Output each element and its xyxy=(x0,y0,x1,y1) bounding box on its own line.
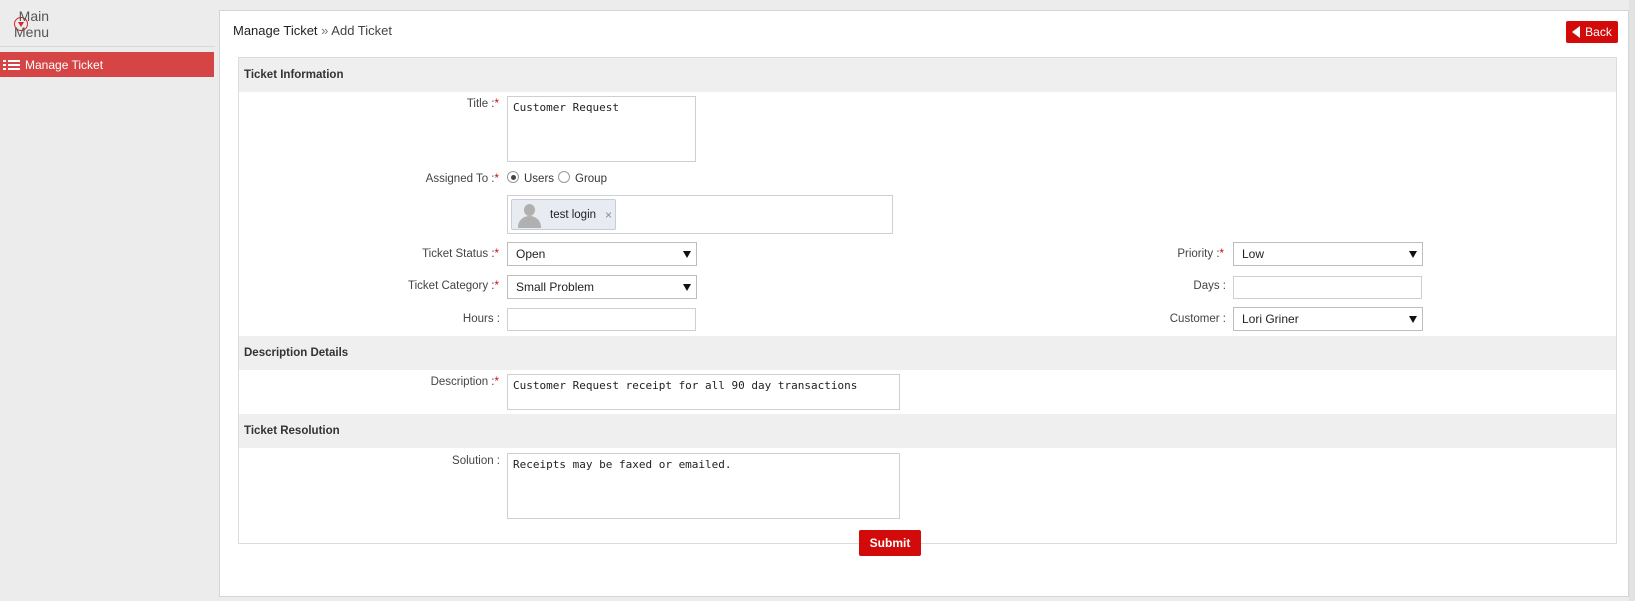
main-menu-toggle[interactable]: Main Menu xyxy=(14,8,49,40)
assigned-users-radio[interactable] xyxy=(507,171,519,183)
ticket-status-select[interactable]: Open xyxy=(507,242,697,266)
customer-select[interactable]: Lori Griner xyxy=(1233,307,1423,331)
back-button-label: Back xyxy=(1585,25,1612,39)
dropdown-arrow-icon xyxy=(683,251,691,258)
required-marker: * xyxy=(494,248,499,260)
solution-field[interactable]: Receipts may be faxed or emailed. xyxy=(507,453,900,519)
section-ticket-resolution: Ticket Resolution xyxy=(239,414,1616,448)
section-ticket-information: Ticket Information xyxy=(239,58,1616,92)
assigned-users-label: Users xyxy=(524,173,555,185)
ticket-category-label: Ticket Category :* xyxy=(389,280,499,292)
assigned-to-label-text: Assigned To : xyxy=(425,173,495,185)
hours-input[interactable] xyxy=(507,308,696,331)
breadcrumb-separator: » xyxy=(317,23,332,38)
required-marker: * xyxy=(494,280,499,292)
required-marker: * xyxy=(1219,248,1224,260)
assigned-to-label: Assigned To :* xyxy=(389,173,499,185)
user-chip: test login × xyxy=(511,199,616,230)
ticket-category-select[interactable]: Small Problem xyxy=(507,275,697,299)
days-label: Days : xyxy=(1193,280,1226,292)
dropdown-arrow-icon xyxy=(1409,316,1417,323)
ticket-status-value: Open xyxy=(516,247,546,261)
ticket-status-label: Ticket Status :* xyxy=(389,248,499,260)
dropdown-arrow-icon xyxy=(683,284,691,291)
title-label-text: Title : xyxy=(466,98,495,110)
days-input[interactable] xyxy=(1233,276,1422,299)
back-arrow-icon xyxy=(1572,26,1581,38)
main-panel: Manage Ticket » Add Ticket Back Ticket I… xyxy=(219,10,1629,597)
priority-value: Low xyxy=(1242,247,1265,261)
required-marker: * xyxy=(494,98,499,110)
submit-button[interactable]: Submit xyxy=(859,530,921,556)
assigned-users-input[interactable]: test login × xyxy=(507,195,893,234)
sidebar: Main Menu Manage Ticket xyxy=(0,0,215,601)
section-description-details: Description Details xyxy=(239,336,1616,370)
required-marker: * xyxy=(494,173,499,185)
dropdown-arrow-icon xyxy=(1409,251,1417,258)
priority-label: Priority :* xyxy=(1109,248,1224,260)
breadcrumb-current: Add Ticket xyxy=(331,23,392,38)
priority-select[interactable]: Low xyxy=(1233,242,1423,266)
ticket-category-label-text: Ticket Category : xyxy=(408,280,495,292)
description-label: Description :* xyxy=(389,376,499,388)
description-field[interactable]: Customer Request receipt for all 90 day … xyxy=(507,374,900,410)
required-marker: * xyxy=(494,376,499,388)
list-icon xyxy=(3,59,21,71)
assigned-group-label: Group xyxy=(575,173,607,185)
breadcrumb-parent[interactable]: Manage Ticket xyxy=(233,23,318,38)
hours-label: Hours : xyxy=(462,313,500,325)
user-avatar-icon xyxy=(516,203,542,229)
user-chip-name: test login xyxy=(550,209,597,221)
description-label-text: Description : xyxy=(430,376,495,388)
ticket-status-label-text: Ticket Status : xyxy=(422,248,495,260)
priority-label-text: Priority : xyxy=(1177,248,1220,260)
title-label: Title :* xyxy=(389,98,499,110)
scrollbar[interactable] xyxy=(1629,0,1635,601)
ticket-form: Ticket Information Title :* Customer Req… xyxy=(238,57,1617,544)
sidebar-item-label: Manage Ticket xyxy=(25,57,104,72)
breadcrumb: Manage Ticket » Add Ticket xyxy=(233,23,392,38)
sidebar-item-manage-ticket[interactable]: Manage Ticket xyxy=(0,52,214,77)
back-button[interactable]: Back xyxy=(1566,21,1618,43)
customer-value: Lori Griner xyxy=(1242,312,1299,326)
customer-label: Customer : xyxy=(1169,313,1226,325)
assigned-group-radio[interactable] xyxy=(558,171,570,183)
ticket-category-value: Small Problem xyxy=(516,280,595,294)
title-field[interactable]: Customer Request xyxy=(507,96,696,162)
remove-user-icon[interactable]: × xyxy=(605,208,612,222)
main-menu-label: Main Menu xyxy=(14,8,50,40)
menu-divider xyxy=(0,46,215,47)
solution-label: Solution : xyxy=(452,455,500,467)
